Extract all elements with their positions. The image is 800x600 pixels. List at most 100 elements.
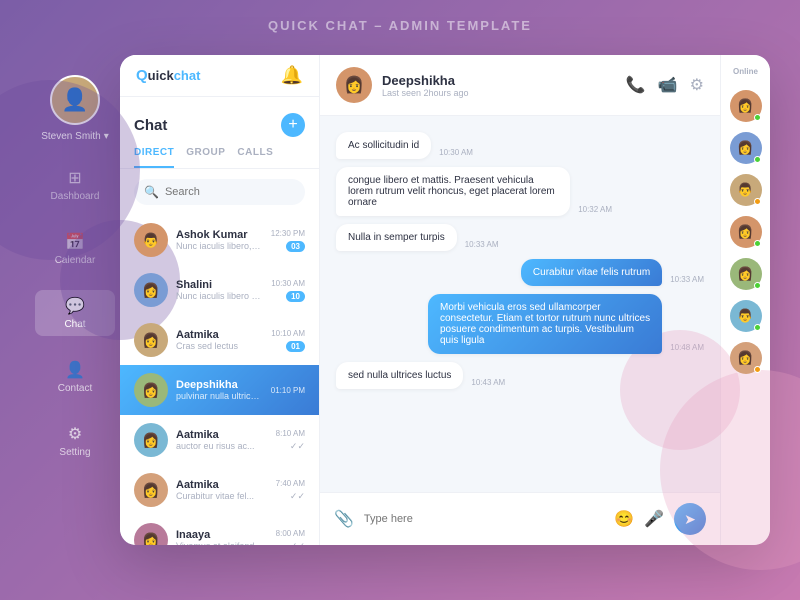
chat-name: Aatmika [176,429,268,441]
chat-time: 01:10 PM [271,386,305,395]
chat-preview: auctor eu risus ac... [176,441,268,451]
chat-meta: 8:10 AM ✓✓ [276,429,305,452]
online-dot [754,156,761,163]
message-bubble: Morbi vehicula eros sed ullamcorper cons… [428,294,662,354]
mic-icon[interactable]: 🎤 [644,509,664,529]
contact-status: Last seen 2hours ago [382,88,616,98]
message-row-2: congue libero et mattis. Praesent vehicu… [336,167,612,216]
online-label: Online [733,67,758,76]
online-user-3[interactable]: 👨 [730,174,762,206]
chat-item-5[interactable]: 👩 Aatmika auctor eu risus ac... 8:10 AM … [120,415,319,465]
video-icon[interactable]: 📹 [658,75,678,95]
chat-name: Shalini [176,279,263,291]
message-input[interactable] [364,513,604,525]
online-dot [754,282,761,289]
message-row-4: 10:33 AM Curabitur vitae felis rutrum [521,259,704,286]
online-user-7[interactable]: 👩 [730,342,762,374]
sidebar-item-setting[interactable]: ⚙ Setting [35,418,115,464]
chat-item-4[interactable]: 👩 Deepshikha pulvinar nulla ultrices luc… [120,365,319,415]
chat-item-2[interactable]: 👩 Shalini Nunc iaculis libero sed lor...… [120,265,319,315]
chat-info: Inaaya Vivamus et eleifend... [176,529,268,545]
chat-name: Aatmika [176,479,268,491]
read-tick: ✓✓ [290,491,305,502]
header-actions: 📞 📹 ⚙ [626,75,704,95]
online-user-4[interactable]: 👩 [730,216,762,248]
chat-avatar: 👩 [134,523,168,545]
chat-avatar: 👩 [134,323,168,357]
add-chat-button[interactable]: + [281,113,305,137]
chat-list-panel: Q uick chat 🔔 Chat + DIRECT GROUP CALLS … [120,55,320,545]
chat-item-1[interactable]: 👨 Ashok Kumar Nunc iaculis libero, effic… [120,215,319,265]
chat-tabs: DIRECT GROUP CALLS [120,147,319,169]
online-dot [754,324,761,331]
chat-time: 7:40 AM [276,479,305,488]
online-dot [754,240,761,247]
app-header: Q uick chat 🔔 [120,55,319,97]
chat-time: 12:30 PM [271,229,305,238]
chat-preview: pulvinar nulla ultrices luct... [176,391,263,401]
input-area: 📎 😊 🎤 ➤ [320,492,720,545]
chat-meta: 12:30 PM 03 [271,229,305,252]
chat-preview: Nunc iaculis libero, effic... [176,241,263,251]
tab-group[interactable]: GROUP [186,147,225,168]
chat-item-6[interactable]: 👩 Aatmika Curabitur vitae fel... 7:40 AM… [120,465,319,515]
attach-icon[interactable]: 📎 [334,509,354,529]
phone-icon[interactable]: 📞 [626,75,646,95]
message-bubble: Curabitur vitae felis rutrum [521,259,662,286]
message-time: 10:30 AM [439,148,473,157]
chat-time: 10:30 AM [271,279,305,288]
chat-name: Inaaya [176,529,268,541]
online-user-1[interactable]: 👩 [730,90,762,122]
chat-info: Shalini Nunc iaculis libero sed lor... [176,279,263,301]
chat-name: Ashok Kumar [176,229,263,241]
chat-name: Aatmika [176,329,263,341]
chat-preview: Cras sed lectus [176,341,263,351]
contact-name: Deepshikha [382,73,616,88]
chat-item-3[interactable]: 👩 Aatmika Cras sed lectus 10:10 AM 01 [120,315,319,365]
online-dot [754,366,761,373]
chat-meta: 01:10 PM [271,386,305,395]
contact-info: Deepshikha Last seen 2hours ago [382,73,616,98]
tab-direct[interactable]: DIRECT [134,147,174,168]
search-icon: 🔍 [144,185,159,199]
bell-icon[interactable]: 🔔 [281,65,303,86]
chat-preview: Nunc iaculis libero sed lor... [176,291,263,301]
chat-info: Aatmika Cras sed lectus [176,329,263,351]
chat-time: 8:10 AM [276,429,305,438]
chat-info: Aatmika Curabitur vitae fel... [176,479,268,501]
read-tick: ✓✓ [290,541,305,546]
chat-name: Deepshikha [176,379,263,391]
message-time: 10:33 AM [465,240,499,249]
logo-quick: uick [148,68,174,83]
chat-meta: 7:40 AM ✓✓ [276,479,305,502]
settings-icon[interactable]: ⚙ [690,75,704,95]
chat-meta: 10:10 AM 01 [271,329,305,352]
unread-badge: 10 [286,291,305,302]
search-input[interactable] [165,186,295,198]
chat-avatar: 👨 [134,223,168,257]
tab-calls[interactable]: CALLS [237,147,273,168]
online-user-5[interactable]: 👩 [730,258,762,290]
search-box: 🔍 [134,179,305,205]
chat-avatar: 👩 [134,273,168,307]
chat-avatar: 👩 [134,473,168,507]
chat-panel-title: Chat [134,117,167,134]
sidebar-item-contact[interactable]: 👤 Contact [35,354,115,400]
online-dot [754,198,761,205]
message-bubble: congue libero et mattis. Praesent vehicu… [336,167,570,216]
chat-list-header: Chat + [120,97,319,147]
chat-info: Ashok Kumar Nunc iaculis libero, effic..… [176,229,263,251]
online-user-6[interactable]: 👨 [730,300,762,332]
message-bubble: Nulla in semper turpis [336,224,457,251]
online-user-2[interactable]: 👩 [730,132,762,164]
chat-info: Deepshikha pulvinar nulla ultrices luct.… [176,379,263,401]
message-time: 10:43 AM [471,378,505,387]
unread-badge: 01 [286,341,305,352]
chat-meta: 8:00 AM ✓✓ [276,529,305,546]
chat-avatar: 👩 [134,423,168,457]
page-title: QUICK CHAT – ADMIN TEMPLATE [268,18,532,33]
chat-item-7[interactable]: 👩 Inaaya Vivamus et eleifend... 8:00 AM … [120,515,319,545]
logo: Q uick chat [136,67,200,84]
emoji-icon[interactable]: 😊 [614,509,634,529]
chat-time: 8:00 AM [276,529,305,538]
